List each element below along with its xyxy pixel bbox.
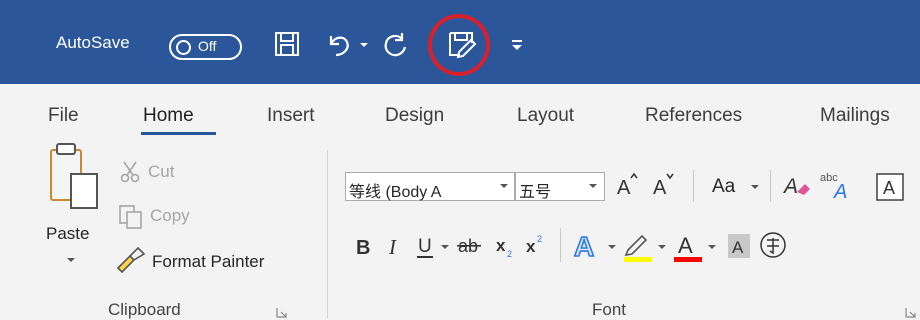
font-name-dropdown-icon[interactable] [499, 181, 509, 191]
italic-icon[interactable]: I [384, 232, 406, 260]
format-painter-button[interactable]: Format Painter [152, 252, 264, 272]
svg-text:A: A [617, 177, 631, 199]
active-tab-indicator [141, 132, 216, 135]
svg-text:A: A [833, 181, 847, 202]
font-size-value: 五号 [519, 184, 552, 201]
copy-icon [119, 205, 142, 229]
toolbar-separator [770, 170, 771, 202]
character-shading-icon[interactable]: A [726, 232, 752, 260]
ribbon-home: Paste Cut Copy Format Painter Clipboard [0, 140, 920, 320]
format-painter-icon [116, 246, 146, 274]
svg-text:x: x [496, 236, 506, 255]
grow-font-icon[interactable]: A [614, 170, 640, 200]
font-color-dropdown-icon[interactable] [707, 242, 717, 252]
scissors-icon [120, 161, 140, 183]
svg-text:A: A [883, 178, 895, 198]
tab-design[interactable]: Design [385, 105, 444, 127]
clear-formatting-icon[interactable]: A [782, 170, 812, 200]
font-size-combobox[interactable]: 五号 [515, 172, 605, 201]
undo-dropdown-icon[interactable] [359, 40, 369, 50]
svg-text:A: A [574, 231, 594, 262]
text-highlight-dropdown-icon[interactable] [657, 242, 667, 252]
svg-text:U: U [418, 236, 432, 257]
clipboard-group-label: Clipboard [108, 300, 181, 319]
paste-button[interactable]: Paste [44, 142, 106, 262]
toolbar-separator [560, 228, 561, 262]
copy-button[interactable]: Copy [150, 206, 190, 226]
text-effects-dropdown-icon[interactable] [607, 242, 617, 252]
tab-references[interactable]: References [645, 105, 742, 127]
autosave-state: Off [198, 38, 217, 54]
change-case-dropdown-icon[interactable] [750, 182, 760, 192]
font-size-dropdown-icon[interactable] [588, 181, 598, 191]
tab-layout[interactable]: Layout [517, 105, 574, 127]
clipboard-dialog-launcher-icon[interactable] [276, 307, 287, 318]
save-icon[interactable] [270, 27, 304, 61]
change-case-button[interactable]: Aa [712, 176, 735, 198]
customize-qat-icon[interactable] [510, 38, 524, 52]
tab-home[interactable]: Home [143, 105, 194, 127]
underline-dropdown-icon[interactable] [440, 242, 450, 252]
font-color-icon[interactable]: A [672, 228, 704, 264]
svg-text:A: A [653, 177, 667, 199]
character-border-icon[interactable]: A [875, 172, 905, 202]
autosave-toggle[interactable]: Off [169, 34, 242, 60]
bold-icon[interactable]: B [352, 232, 374, 260]
redo-icon[interactable] [378, 27, 412, 61]
paste-dropdown-icon[interactable] [66, 256, 76, 264]
toolbar-separator [693, 170, 694, 202]
svg-text:x: x [526, 237, 536, 256]
paste-icon [50, 143, 98, 209]
undo-icon[interactable] [322, 27, 356, 61]
svg-text:A: A [678, 233, 693, 258]
cut-button[interactable]: Cut [148, 162, 174, 182]
font-name-value: 等线 (Body A [349, 184, 442, 201]
paste-label: Paste [46, 224, 90, 243]
red-highlight-circle [423, 9, 495, 81]
underline-icon[interactable]: U [414, 232, 436, 262]
svg-text:2: 2 [507, 249, 512, 259]
group-divider [327, 150, 328, 318]
text-highlight-color-icon[interactable] [622, 228, 654, 264]
svg-text:B: B [356, 237, 370, 259]
shrink-font-icon[interactable]: A [650, 170, 676, 200]
svg-text:A: A [732, 238, 744, 257]
quick-access-toolbar: AutoSave Off [0, 0, 920, 84]
tab-file[interactable]: File [48, 105, 79, 127]
font-name-combobox[interactable]: 等线 (Body A [345, 172, 515, 201]
strikethrough-icon[interactable]: ab [455, 232, 485, 260]
subscript-icon[interactable]: x 2 [492, 232, 518, 260]
tab-mailings[interactable]: Mailings [820, 105, 890, 127]
svg-text:I: I [388, 235, 397, 259]
text-effects-icon[interactable]: A [572, 228, 604, 262]
svg-text:A: A [782, 175, 798, 198]
font-group-label: Font [592, 300, 627, 319]
superscript-icon[interactable]: x 2 [522, 230, 548, 258]
font-dialog-launcher-icon[interactable] [905, 307, 916, 318]
phonetic-guide-icon[interactable]: A [832, 178, 852, 202]
autosave-label: AutoSave [56, 33, 130, 52]
svg-text:2: 2 [537, 234, 542, 244]
ribbon-tabs: File Home Insert Design Layout Reference… [0, 84, 920, 140]
autosave-toggle-knob [176, 40, 191, 55]
enclose-characters-icon[interactable] [758, 230, 788, 260]
tab-insert[interactable]: Insert [267, 105, 315, 127]
